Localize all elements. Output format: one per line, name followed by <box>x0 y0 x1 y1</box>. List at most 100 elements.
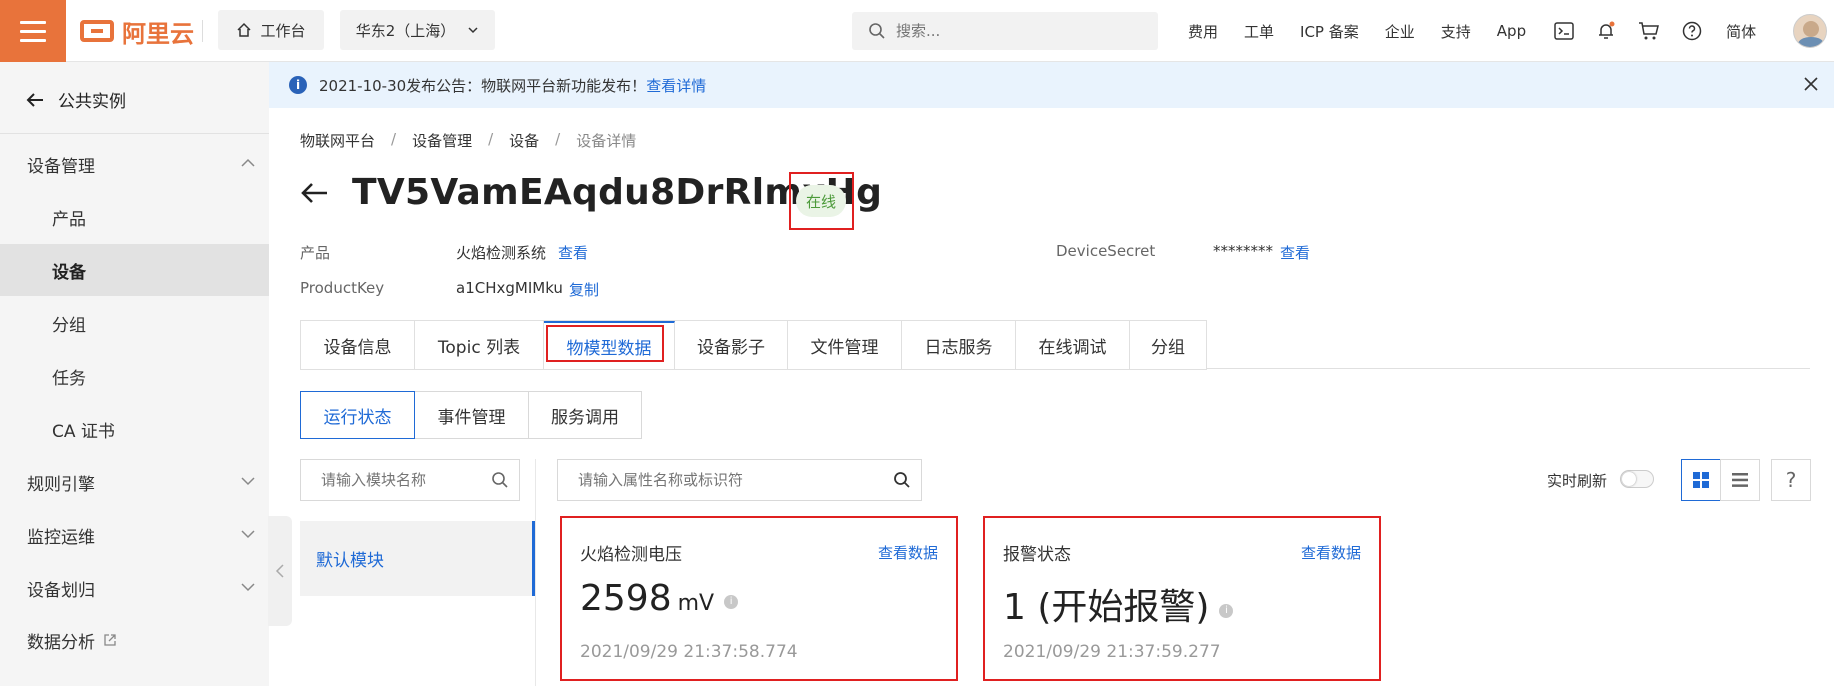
nav-fees[interactable]: 费用 <box>1188 21 1218 42</box>
list-view-button[interactable] <box>1720 459 1760 501</box>
sidebar-group-device-assign[interactable]: 设备划归 <box>0 563 269 613</box>
sidebar-item-devices[interactable]: 设备 <box>0 244 269 296</box>
global-search[interactable] <box>852 12 1158 50</box>
sidebar-item-ca-cert[interactable]: CA 证书 <box>0 404 269 454</box>
nav-icp[interactable]: ICP 备案 <box>1300 21 1359 42</box>
tab-label: 分组 <box>1151 337 1185 358</box>
sidebar-item-groups[interactable]: 分组 <box>0 298 269 348</box>
workbench-button[interactable]: 工作台 <box>218 10 324 50</box>
devicesecret-view-link[interactable]: 查看 <box>1280 242 1310 263</box>
notice-text: 2021-10-30发布公告：物联网平台新功能发布！ <box>319 76 647 95</box>
realtime-refresh-toggle[interactable] <box>1620 470 1654 488</box>
group-label: 数据分析 <box>27 632 95 653</box>
attribute-search[interactable] <box>557 459 922 501</box>
tab-device-shadow[interactable]: 设备影子 <box>675 321 788 369</box>
sidebar-item-products[interactable]: 产品 <box>0 192 269 242</box>
subtab-event-management[interactable]: 事件管理 <box>414 391 529 439</box>
breadcrumb-device-management[interactable]: 设备管理 <box>412 130 472 151</box>
module-search-input[interactable] <box>321 471 491 489</box>
chevron-down-icon <box>241 583 255 592</box>
productkey-copy-link[interactable]: 复制 <box>569 279 599 300</box>
tab-label: 日志服务 <box>924 337 993 358</box>
tab-log-service[interactable]: 日志服务 <box>902 321 1016 369</box>
sidebar-group-data-analysis[interactable]: 数据分析 <box>0 615 269 665</box>
region-label: 华东2（上海） <box>355 21 456 40</box>
workbench-label: 工作台 <box>260 21 306 40</box>
info-icon[interactable]: i <box>724 594 739 609</box>
subtab-running-status[interactable]: 运行状态 <box>300 391 415 439</box>
logo[interactable]: 阿里云 <box>80 15 194 48</box>
card-value-row: 2598 mV i <box>580 578 739 619</box>
back-arrow-icon[interactable] <box>300 181 328 205</box>
tab-label: 设备影子 <box>697 337 765 358</box>
chevron-down-icon <box>468 27 478 34</box>
breadcrumb-iot-platform[interactable]: 物联网平台 <box>300 130 375 151</box>
view-data-link[interactable]: 查看数据 <box>878 542 938 563</box>
tab-file-management[interactable]: 文件管理 <box>788 321 902 369</box>
menu-icon[interactable] <box>0 0 66 62</box>
productkey-value: a1CHxgMIMku <box>456 279 563 297</box>
sidebar-group-monitoring[interactable]: 监控运维 <box>0 510 269 560</box>
bell-icon[interactable] <box>1596 21 1616 41</box>
subtab-service-call[interactable]: 服务调用 <box>528 391 642 439</box>
card-value: 2598 <box>580 578 672 619</box>
product-view-link[interactable]: 查看 <box>558 242 588 263</box>
breadcrumb-device-details: 设备详情 <box>576 132 637 150</box>
property-card-flame-voltage: 火焰检测电压 查看数据 2598 mV i 2021/09/29 21:37:5… <box>560 516 958 681</box>
attribute-search-input[interactable] <box>578 471 888 489</box>
tab-groups[interactable]: 分组 <box>1130 321 1207 369</box>
cart-icon[interactable] <box>1638 21 1660 41</box>
close-icon[interactable] <box>1802 75 1820 93</box>
info-icon[interactable]: i <box>1219 603 1234 618</box>
search-icon[interactable] <box>491 471 509 489</box>
tab-device-info[interactable]: 设备信息 <box>301 321 415 369</box>
notice-details-link[interactable]: 查看详情 <box>646 75 706 96</box>
item-label: 任务 <box>52 368 86 389</box>
avatar[interactable] <box>1793 14 1827 48</box>
top-bar: 阿里云 工作台 华东2（上海） 费用 工单 ICP 备案 企业 支持 App 简… <box>0 0 1834 62</box>
external-link-icon <box>104 634 116 646</box>
language-select[interactable]: 简体 <box>1726 21 1756 42</box>
subtab-label: 运行状态 <box>323 407 392 428</box>
back-to-instances[interactable]: 公共实例 <box>26 87 126 112</box>
sub-tabs: 运行状态 事件管理 服务调用 <box>300 391 642 439</box>
tab-topic-list[interactable]: Topic 列表 <box>415 321 544 369</box>
item-label: 分组 <box>52 315 86 336</box>
grid-icon <box>1693 472 1709 488</box>
nav-support[interactable]: 支持 <box>1441 21 1471 42</box>
property-card-alarm-status: 报警状态 查看数据 1 (开始报警) i 2021/09/29 21:37:59… <box>983 516 1381 681</box>
devicesecret-value: ******** <box>1213 242 1273 260</box>
tab-thing-model-data[interactable]: 物模型数据 <box>544 321 675 369</box>
tab-online-debug[interactable]: 在线调试 <box>1016 321 1130 369</box>
subtab-label: 服务调用 <box>551 407 619 428</box>
search-icon[interactable] <box>893 471 911 489</box>
card-timestamp: 2021/09/29 21:37:58.774 <box>580 642 798 662</box>
help-icon[interactable] <box>1682 21 1702 41</box>
logo-mark-icon <box>80 20 114 42</box>
sidebar-group-rules-engine[interactable]: 规则引擎 <box>0 457 269 507</box>
sidebar-collapse-handle[interactable] <box>268 516 292 626</box>
terminal-icon[interactable] <box>1554 22 1574 40</box>
view-data-link[interactable]: 查看数据 <box>1301 542 1361 563</box>
nav-tickets[interactable]: 工单 <box>1244 21 1274 42</box>
breadcrumb-separator: / <box>488 130 494 148</box>
sidebar-item-tasks[interactable]: 任务 <box>0 351 269 401</box>
subtab-label: 事件管理 <box>437 407 506 428</box>
breadcrumb-devices[interactable]: 设备 <box>509 130 539 151</box>
sidebar-group-device-management[interactable]: 设备管理 <box>0 139 269 189</box>
card-title: 报警状态 <box>1003 545 1071 565</box>
help-button[interactable]: ? <box>1771 459 1811 501</box>
product-value: 火焰检测系统 <box>456 244 547 262</box>
module-item-default[interactable]: 默认模块 <box>300 521 535 596</box>
product-label: 产品 <box>300 244 331 262</box>
nav-enterprise[interactable]: 企业 <box>1385 21 1415 42</box>
region-select[interactable]: 华东2（上海） <box>340 10 495 50</box>
info-icon: i <box>289 76 307 94</box>
status-badge: 在线 <box>796 185 846 217</box>
search-input[interactable] <box>896 22 1126 40</box>
module-search[interactable] <box>300 459 520 501</box>
realtime-refresh-label: 实时刷新 <box>1547 472 1608 490</box>
grid-view-button[interactable] <box>1681 459 1721 501</box>
nav-app[interactable]: App <box>1497 22 1526 40</box>
top-nav: 费用 工单 ICP 备案 企业 支持 App 简体 <box>1188 0 1756 62</box>
